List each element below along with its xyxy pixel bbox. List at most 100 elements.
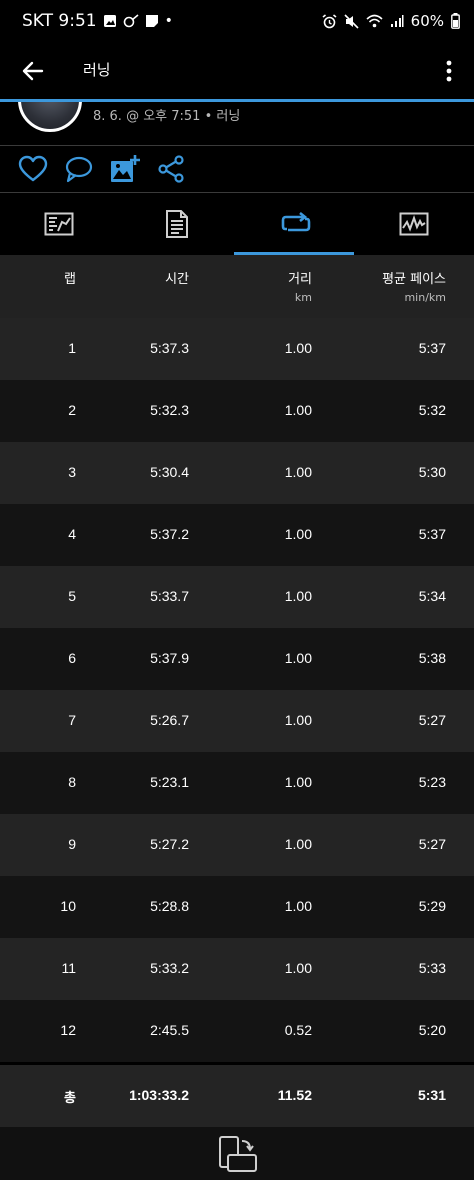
activity-header: 8. 6. @ 오후 7:51 • 러닝: [0, 102, 474, 146]
battery-icon: [451, 13, 460, 29]
table-row[interactable]: 4 5:37.2 1.00 5:37: [0, 504, 474, 566]
lap-number: 1: [68, 340, 76, 356]
lap-pace: 5:29: [418, 898, 446, 914]
more-vertical-icon: [446, 60, 452, 82]
battery-level: 60%: [410, 12, 444, 30]
tab-graph[interactable]: [355, 193, 474, 255]
rotate-screen-icon: [219, 1136, 257, 1172]
app-notification-icon: [123, 14, 139, 28]
app-bar: 러닝: [0, 44, 474, 100]
total-label: 총: [64, 1091, 76, 1106]
activity-subtitle: 8. 6. @ 오후 7:51 • 러닝: [93, 109, 241, 124]
lap-pace: 5:34: [418, 588, 446, 604]
header-time: 시간: [165, 272, 189, 287]
lap-number: 11: [61, 960, 76, 976]
graph-icon: [399, 212, 429, 236]
carrier-time: SKT 9:51: [22, 11, 97, 31]
lap-number: 5: [68, 588, 76, 604]
table-row[interactable]: 8 5:23.1 1.00 5:23: [0, 752, 474, 814]
lap-pace: 5:20: [418, 1022, 446, 1038]
table-row[interactable]: 11 5:33.2 1.00 5:33: [0, 938, 474, 1000]
lap-time: 5:37.2: [150, 526, 189, 542]
table-row[interactable]: 9 5:27.2 1.00 5:27: [0, 814, 474, 876]
tab-summary[interactable]: [0, 193, 119, 255]
comment-button[interactable]: [64, 154, 94, 184]
lap-distance: 1.00: [284, 588, 312, 604]
table-row[interactable]: 5 5:33.7 1.00 5:34: [0, 566, 474, 628]
arrow-left-icon: [22, 61, 44, 81]
total-time: 1:03:33.2: [129, 1087, 189, 1103]
total-pace: 5:31: [417, 1087, 446, 1103]
share-button[interactable]: [156, 154, 186, 184]
lap-pace: 5:33: [418, 960, 446, 976]
tab-laps[interactable]: [237, 193, 356, 255]
tab-details[interactable]: [118, 193, 237, 255]
lap-time: 2:45.5: [150, 1022, 189, 1038]
more-notifications-dot: •: [164, 13, 173, 29]
lap-time: 5:37.9: [150, 650, 189, 666]
total-distance: 11.52: [277, 1087, 312, 1103]
overflow-menu-button[interactable]: [440, 56, 458, 86]
lap-distance: 1.00: [284, 960, 312, 976]
lap-time: 5:23.1: [150, 774, 189, 790]
lap-number: 3: [68, 464, 76, 480]
back-button[interactable]: [18, 56, 48, 86]
lap-distance: 1.00: [284, 836, 312, 852]
lap-time: 5:26.7: [150, 712, 189, 728]
details-icon: [166, 210, 189, 238]
lap-time: 5:30.4: [150, 464, 189, 480]
note-icon: [145, 15, 158, 27]
lap-distance: 0.52: [284, 1022, 312, 1038]
bottom-bar: [0, 1127, 474, 1180]
total-row: 총 1:03:33.2 11.52 5:31: [0, 1065, 474, 1127]
table-row[interactable]: 6 5:37.9 1.00 5:38: [0, 628, 474, 690]
lap-distance: 1.00: [284, 464, 312, 480]
lap-distance: 1.00: [284, 774, 312, 790]
lap-pace: 5:37: [418, 526, 446, 542]
lap-time: 5:32.3: [150, 402, 189, 418]
table-row[interactable]: 12 2:45.5 0.52 5:20: [0, 1000, 474, 1062]
table-row[interactable]: 7 5:26.7 1.00 5:27: [0, 690, 474, 752]
lap-number: 8: [68, 774, 76, 790]
lap-time: 5:33.7: [150, 588, 189, 604]
lap-number: 10: [60, 898, 76, 914]
lap-distance: 1.00: [284, 340, 312, 356]
table-row[interactable]: 10 5:28.8 1.00 5:29: [0, 876, 474, 938]
table-row[interactable]: 1 5:37.3 1.00 5:37: [0, 318, 474, 380]
mute-icon: [344, 13, 359, 29]
share-icon: [158, 155, 184, 183]
lap-pace: 5:32: [418, 402, 446, 418]
signal-icon: [390, 15, 404, 27]
lap-distance: 1.00: [284, 898, 312, 914]
gallery-icon: [103, 15, 116, 27]
table-row[interactable]: 2 5:32.3 1.00 5:32: [0, 380, 474, 442]
lap-time: 5:27.2: [150, 836, 189, 852]
page-title: 러닝: [83, 61, 111, 79]
comment-icon: [65, 156, 93, 183]
alarm-icon: [322, 13, 337, 28]
heart-icon: [18, 155, 48, 182]
lap-pace: 5:38: [418, 650, 446, 666]
lap-distance: 1.00: [284, 650, 312, 666]
header-pace-unit: min/km: [404, 291, 446, 304]
lap-number: 4: [68, 526, 76, 542]
lap-number: 2: [68, 402, 76, 418]
lap-number: 6: [68, 650, 76, 666]
header-distance-unit: km: [294, 291, 312, 304]
lap-number: 7: [68, 712, 76, 728]
table-row[interactable]: 3 5:30.4 1.00 5:30: [0, 442, 474, 504]
lap-pace: 5:27: [418, 836, 446, 852]
avatar[interactable]: [18, 102, 82, 132]
header-distance: 거리: [288, 272, 312, 287]
status-bar: SKT 9:51 • 60%: [0, 0, 474, 44]
lap-distance: 1.00: [284, 712, 312, 728]
laps-table-header: 랩 시간 거리 km 평균 페이스 min/km: [0, 255, 474, 318]
lap-pace: 5:37: [418, 340, 446, 356]
like-button[interactable]: [18, 154, 48, 184]
lap-distance: 1.00: [284, 526, 312, 542]
lap-time: 5:37.3: [150, 340, 189, 356]
rotate-screen-button[interactable]: [216, 1135, 258, 1175]
add-photo-button[interactable]: [110, 154, 140, 184]
lap-pace: 5:27: [418, 712, 446, 728]
wifi-icon: [366, 14, 383, 28]
